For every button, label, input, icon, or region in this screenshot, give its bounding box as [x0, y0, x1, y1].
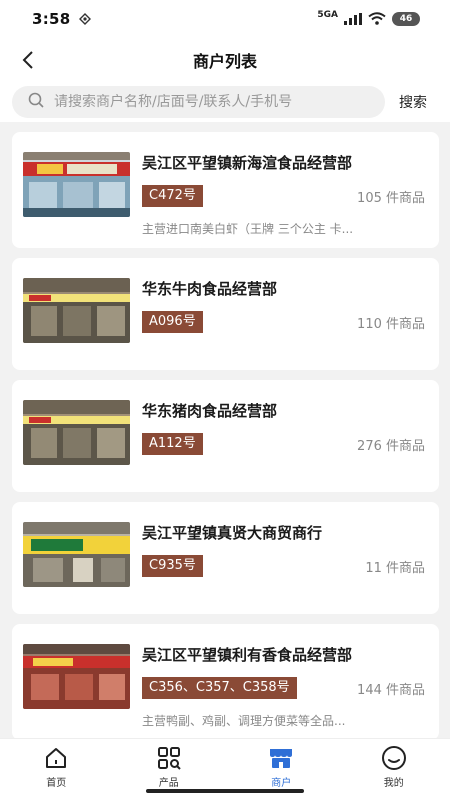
- tab-label: 产品: [158, 778, 179, 789]
- signal-icon: [344, 10, 362, 29]
- stall-number-badge: A112号: [142, 433, 203, 455]
- merchant-card[interactable]: 华东猪肉食品经营部 A112号 276 件商品: [12, 380, 439, 492]
- merchant-description: 主营进口南美白虾（王牌 三个公主 卡...: [142, 222, 354, 236]
- tab-profile[interactable]: 我的: [338, 739, 450, 800]
- status-left: 3:58: [32, 10, 91, 29]
- merchant-card[interactable]: 吴江区平望镇利有香食品经营部 C356、C357、C358号 144 件商品 主…: [12, 624, 439, 740]
- merchant-list: 吴江区平望镇新海渲食品经营部 C472号 105 件商品 主营进口南美白虾（王牌…: [12, 132, 439, 750]
- merchant-meta: A112号 276 件商品: [142, 433, 425, 455]
- merchant-info: 华东猪肉食品经营部 A112号 276 件商品: [142, 400, 425, 492]
- stall-number-badge: C472号: [142, 185, 203, 207]
- page-title: 商户列表: [192, 52, 257, 71]
- home-indicator: [146, 789, 304, 793]
- merchant-name: 吴江平望镇真贤大商贸商行: [142, 524, 323, 542]
- tab-label: 商户: [271, 778, 292, 789]
- product-count: 110 件商品: [357, 316, 425, 332]
- merchant-name: 华东牛肉食品经营部: [142, 280, 278, 298]
- status-right: 5GA 46: [317, 10, 420, 29]
- product-count: 276 件商品: [357, 438, 425, 454]
- tab-label: 我的: [383, 778, 404, 789]
- merchant-description: 主营鸭副、鸡副、调理方便菜等全品...: [142, 714, 346, 728]
- storefront-image: [23, 644, 130, 709]
- merchant-info: 吴江区平望镇利有香食品经营部 C356、C357、C358号 144 件商品 主…: [142, 644, 425, 740]
- merchant-meta: C935号 11 件商品: [142, 555, 425, 577]
- nav-bar: 商户列表: [0, 38, 450, 82]
- product-count: 144 件商品: [357, 682, 425, 698]
- merchant-card[interactable]: 吴江区平望镇新海渲食品经营部 C472号 105 件商品 主营进口南美白虾（王牌…: [12, 132, 439, 248]
- storefront-image: [23, 522, 130, 587]
- search-button[interactable]: 搜索: [399, 92, 427, 112]
- status-time: 3:58: [32, 10, 71, 28]
- nfc-icon: [78, 10, 91, 29]
- storefront-image: [23, 152, 130, 217]
- merchant-meta: C356、C357、C358号 144 件商品: [142, 677, 425, 699]
- merchant-meta: C472号 105 件商品: [142, 185, 425, 207]
- search-icon: [28, 92, 44, 112]
- stall-number-badge: C356、C357、C358号: [142, 677, 297, 699]
- back-chevron-icon: [22, 51, 33, 69]
- back-button[interactable]: [14, 46, 42, 74]
- merchant-card[interactable]: 吴江平望镇真贤大商贸商行 C935号 11 件商品: [12, 502, 439, 614]
- tab-label: 首页: [46, 778, 67, 789]
- stall-number-badge: C935号: [142, 555, 203, 577]
- search-input[interactable]: [54, 94, 375, 110]
- merchant-name: 华东猪肉食品经营部: [142, 402, 278, 420]
- merchant-meta: A096号 110 件商品: [142, 311, 425, 333]
- merchant-info: 吴江区平望镇新海渲食品经营部 C472号 105 件商品 主营进口南美白虾（王牌…: [142, 152, 425, 248]
- wifi-icon: [368, 10, 386, 29]
- merchant-name: 吴江区平望镇新海渲食品经营部: [142, 154, 353, 172]
- home-icon: [43, 745, 69, 771]
- network-label: 5GA: [317, 10, 338, 20]
- merchant-card[interactable]: 华东牛肉食品经营部 A096号 110 件商品: [12, 258, 439, 370]
- merchant-info: 华东牛肉食品经营部 A096号 110 件商品: [142, 278, 425, 370]
- product-count: 105 件商品: [357, 190, 425, 206]
- smiley-icon: [381, 745, 407, 771]
- product-count: 11 件商品: [365, 560, 425, 576]
- battery-indicator: 46: [392, 12, 420, 26]
- merchant-name: 吴江区平望镇利有香食品经营部: [142, 646, 353, 664]
- merchant-info: 吴江平望镇真贤大商贸商行 C935号 11 件商品: [142, 522, 425, 614]
- search-box[interactable]: [12, 86, 385, 118]
- store-icon: [268, 745, 294, 771]
- grid-search-icon: [156, 745, 182, 771]
- tab-home[interactable]: 首页: [0, 739, 113, 800]
- search-bar: 搜索: [0, 82, 450, 122]
- storefront-image: [23, 400, 130, 465]
- storefront-image: [23, 278, 130, 343]
- stall-number-badge: A096号: [142, 311, 203, 333]
- status-bar: 3:58 5GA 46: [0, 0, 450, 38]
